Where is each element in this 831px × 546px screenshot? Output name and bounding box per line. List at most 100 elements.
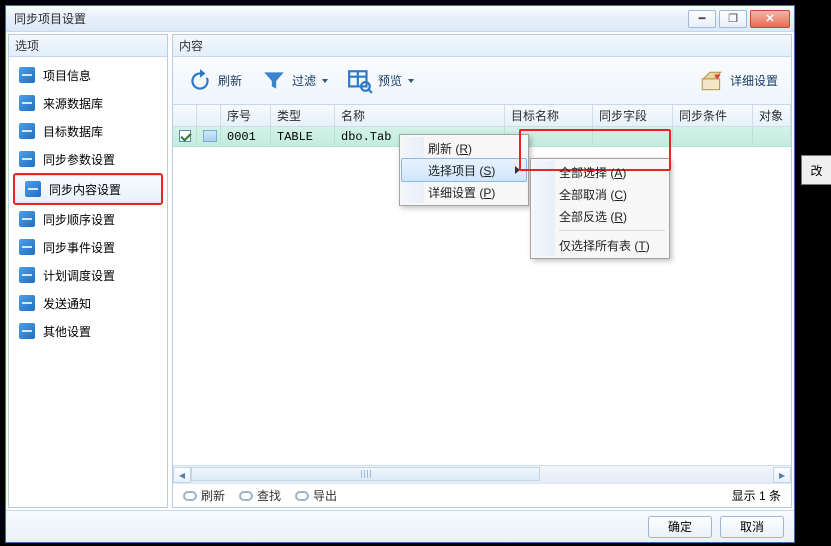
col-check[interactable]	[173, 105, 197, 126]
menu-label: 全部选择 (A)	[559, 164, 626, 181]
sidebar-item-project-info[interactable]: 项目信息	[9, 61, 167, 89]
col-sync-field[interactable]: 同步字段	[593, 105, 673, 126]
status-find[interactable]: 查找	[239, 487, 281, 504]
col-object[interactable]: 对象	[753, 105, 791, 126]
sidebar-item-sync-order[interactable]: 同步顺序设置	[9, 205, 167, 233]
folder-icon	[19, 323, 35, 339]
refresh-icon	[186, 67, 214, 95]
minimize-button[interactable]: ━	[688, 10, 716, 28]
menu-item-detail-settings[interactable]: 详细设置 (P)	[402, 181, 526, 203]
close-button[interactable]: ✕	[750, 10, 790, 28]
menu-item-select-items[interactable]: 选择项目 (S)	[401, 158, 527, 182]
status-label: 导出	[313, 487, 337, 504]
col-name[interactable]: 名称	[335, 105, 505, 126]
dialog-footer: 确定 取消	[6, 510, 794, 542]
menu-item-invert-selection[interactable]: 全部反选 (R)	[533, 205, 667, 227]
scroll-right-button[interactable]: ▸	[773, 467, 791, 483]
sidebar-item-target-db[interactable]: 目标数据库	[9, 117, 167, 145]
window-buttons: ━ ❐ ✕	[688, 10, 790, 28]
button-label: 取消	[740, 518, 764, 535]
sidebar-header: 选项	[9, 35, 167, 57]
scroll-track[interactable]	[191, 467, 773, 483]
col-sync-cond[interactable]: 同步条件	[673, 105, 753, 126]
status-label: 查找	[257, 487, 281, 504]
menu-item-deselect-all[interactable]: 全部取消 (C)	[533, 183, 667, 205]
sidebar-item-schedule[interactable]: 计划调度设置	[9, 261, 167, 289]
dropdown-icon	[322, 79, 328, 83]
toolbar-label: 过滤	[292, 72, 316, 89]
background-dialog-edge: 改	[801, 155, 831, 185]
status-refresh[interactable]: 刷新	[183, 487, 225, 504]
maximize-button[interactable]: ❐	[719, 10, 747, 28]
content-header: 内容	[173, 35, 791, 57]
main-window: 同步项目设置 ━ ❐ ✕ 选项 项目信息 来源数据库 目标数据库	[5, 5, 795, 543]
menu-item-select-all[interactable]: 全部选择 (A)	[533, 161, 667, 183]
horizontal-scrollbar[interactable]: ◂ ▸	[173, 465, 791, 483]
folder-icon	[25, 181, 41, 197]
menu-label: 全部取消 (C)	[559, 186, 627, 203]
menu-label: 全部反选 (R)	[559, 208, 627, 225]
toolbar: 刷新 过滤 预览	[173, 57, 791, 105]
status-label: 刷新	[201, 487, 225, 504]
folder-icon	[19, 67, 35, 83]
menu-label: 详细设置 (P)	[428, 184, 495, 201]
sidebar-panel: 选项 项目信息 来源数据库 目标数据库 同步参数设置	[8, 34, 168, 508]
sidebar-item-other[interactable]: 其他设置	[9, 317, 167, 345]
cell-seq: 0001	[221, 127, 271, 146]
menu-separator	[559, 230, 665, 231]
submenu-arrow-icon	[515, 166, 520, 174]
folder-icon	[19, 295, 35, 311]
content-panel: 内容 刷新 过滤	[172, 34, 792, 508]
link-icon	[239, 491, 253, 501]
cancel-button[interactable]: 取消	[720, 516, 784, 538]
sidebar-item-label: 项目信息	[43, 67, 91, 84]
folder-icon	[19, 151, 35, 167]
sidebar-item-label: 同步参数设置	[43, 151, 115, 168]
toolbar-label: 详细设置	[730, 72, 778, 89]
col-target-name[interactable]: 目标名称	[505, 105, 593, 126]
dropdown-icon	[408, 79, 414, 83]
scroll-thumb[interactable]	[191, 467, 540, 481]
scroll-left-button[interactable]: ◂	[173, 467, 191, 483]
sidebar-item-source-db[interactable]: 来源数据库	[9, 89, 167, 117]
toolbar-label: 预览	[378, 72, 402, 89]
sidebar-item-sync-events[interactable]: 同步事件设置	[9, 233, 167, 261]
col-type[interactable]: 类型	[271, 105, 335, 126]
grid-header: 序号 类型 名称 目标名称 同步字段 同步条件 对象	[173, 105, 791, 127]
button-label: 确定	[668, 518, 692, 535]
sidebar-item-label: 同步顺序设置	[43, 211, 115, 228]
menu-item-refresh[interactable]: 刷新 (R)	[402, 137, 526, 159]
cell-check[interactable]	[173, 127, 197, 146]
sidebar-item-label: 同步内容设置	[49, 181, 121, 198]
menu-item-select-tables-only[interactable]: 仅选择所有表 (T)	[533, 234, 667, 256]
detail-settings-button[interactable]: 详细设置	[691, 62, 785, 100]
sidebar-item-sync-params[interactable]: 同步参数设置	[9, 145, 167, 173]
folder-icon	[19, 95, 35, 111]
preview-button[interactable]: 预览	[339, 62, 421, 100]
cell-icon	[197, 127, 221, 146]
menu-label: 仅选择所有表 (T)	[559, 237, 650, 254]
sidebar-item-notify[interactable]: 发送通知	[9, 289, 167, 317]
col-icon[interactable]	[197, 105, 221, 126]
folder-icon	[19, 211, 35, 227]
context-menu: 刷新 (R) 选择项目 (S) 详细设置 (P)	[399, 134, 529, 206]
refresh-button[interactable]: 刷新	[179, 62, 249, 100]
menu-label: 刷新 (R)	[428, 140, 472, 157]
sidebar-list: 项目信息 来源数据库 目标数据库 同步参数设置 同步内容	[9, 57, 167, 507]
folder-icon	[19, 123, 35, 139]
settings-icon	[698, 67, 726, 95]
menu-label: 选择项目 (S)	[428, 162, 495, 179]
filter-button[interactable]: 过滤	[253, 62, 335, 100]
status-count: 显示 1 条	[732, 487, 781, 504]
context-submenu: 全部选择 (A) 全部取消 (C) 全部反选 (R) 仅选择所有表 (T)	[530, 158, 670, 259]
sidebar-item-label: 来源数据库	[43, 95, 103, 112]
ok-button[interactable]: 确定	[648, 516, 712, 538]
cell-type: TABLE	[271, 127, 335, 146]
sidebar-item-sync-content[interactable]: 同步内容设置	[15, 175, 161, 203]
cell-sync-cond	[673, 127, 753, 146]
status-export[interactable]: 导出	[295, 487, 337, 504]
sidebar-item-label: 计划调度设置	[43, 267, 115, 284]
window-title: 同步项目设置	[14, 10, 688, 27]
col-seq[interactable]: 序号	[221, 105, 271, 126]
checkbox-icon[interactable]	[179, 130, 191, 142]
